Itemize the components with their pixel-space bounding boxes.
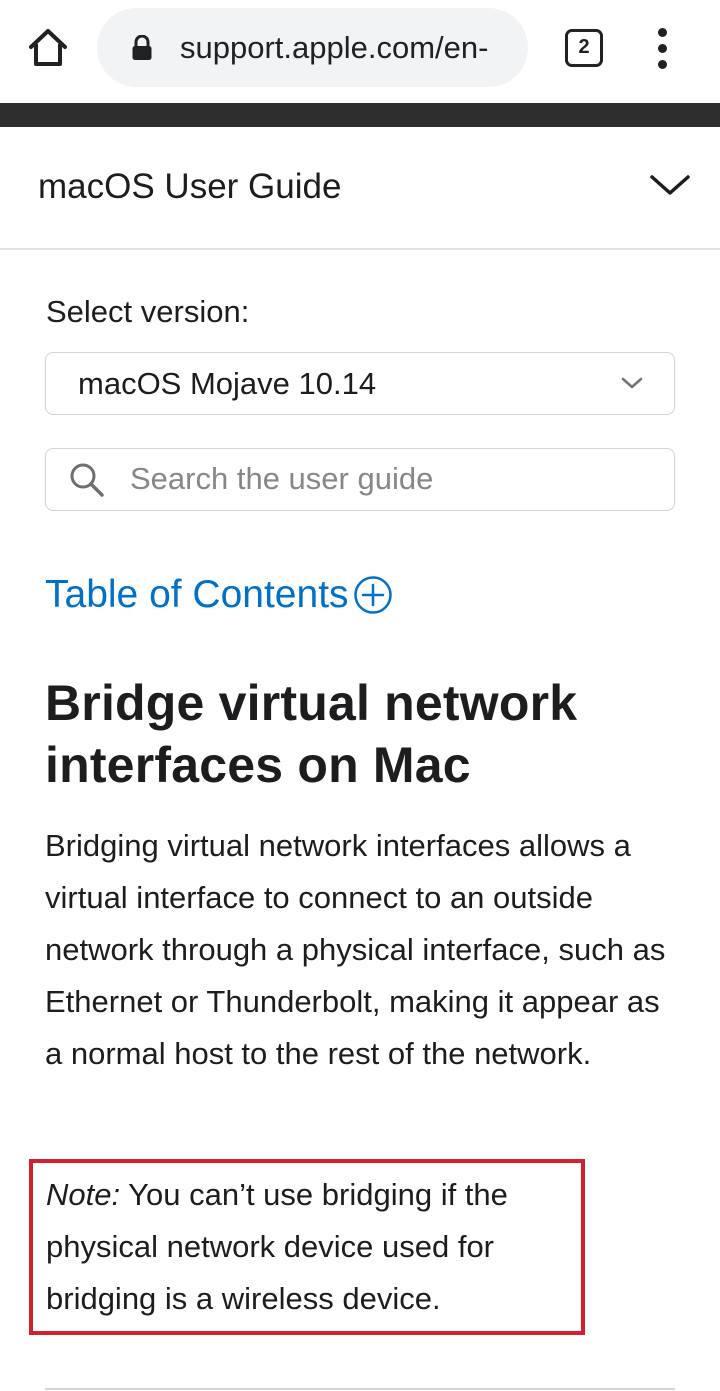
version-select[interactable]: macOS Mojave 10.14 — [45, 352, 675, 415]
note-paragraph: Note: You can’t use bridging if the phys… — [46, 1169, 576, 1325]
article-body: Bridging virtual network interfaces allo… — [45, 828, 666, 1071]
version-selected-value: macOS Mojave 10.14 — [78, 366, 377, 401]
lock-icon — [132, 35, 152, 60]
guide-title: macOS User Guide — [38, 167, 342, 206]
version-label: Select version: — [46, 294, 250, 329]
search-icon — [70, 463, 104, 497]
divider — [45, 1388, 675, 1390]
table-of-contents-link[interactable]: Table of Contents — [45, 570, 393, 620]
chevron-down-icon — [621, 377, 643, 389]
plus-circle-icon — [353, 576, 392, 614]
note-prefix: Note: — [46, 1177, 121, 1212]
chevron-down-icon[interactable] — [648, 169, 692, 199]
guide-header[interactable]: macOS User Guide — [0, 127, 720, 250]
browser-toolbar: support.apple.com/en- 2 — [0, 0, 720, 103]
address-bar[interactable]: support.apple.com/en- — [97, 8, 528, 87]
home-icon — [29, 29, 67, 66]
more-vert-icon[interactable] — [650, 28, 676, 70]
url-text: support.apple.com/en- — [180, 30, 489, 65]
toc-label: Table of Contents — [45, 573, 349, 616]
home-button[interactable] — [26, 26, 70, 70]
search-input[interactable] — [130, 456, 660, 502]
highlighted-note: Note: You can’t use bridging if the phys… — [29, 1159, 585, 1335]
site-nav-bar — [0, 103, 720, 127]
article-title: Bridge virtual network interfaces on Mac — [45, 675, 578, 793]
search-box[interactable] — [45, 448, 675, 511]
tab-switcher-button[interactable]: 2 — [565, 29, 603, 67]
